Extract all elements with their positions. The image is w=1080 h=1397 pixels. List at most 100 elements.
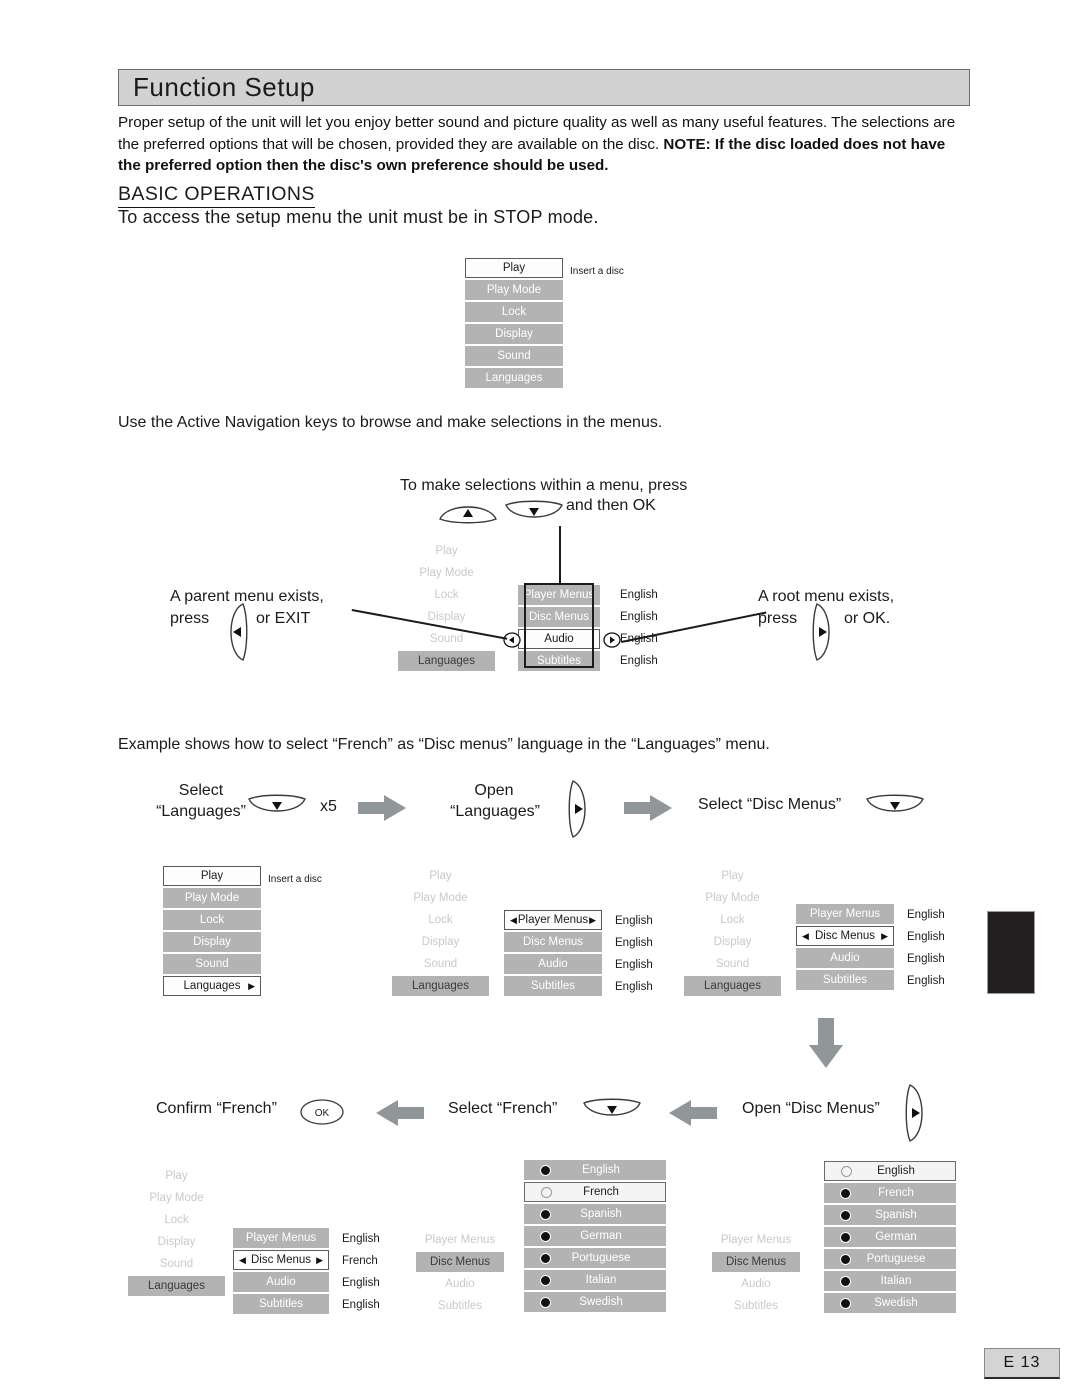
menu-panel-step3-main: Play Play Mode Lock Display Sound Langua…	[684, 866, 781, 998]
menu-item-sound[interactable]: Sound	[392, 954, 489, 974]
menu-item-languages[interactable]: Languages	[684, 976, 781, 996]
menu-panel-step5-submenu: Player Menus Disc Menus Audio Subtitles	[416, 1230, 504, 1318]
ok-button-icon[interactable]: OK	[299, 1098, 345, 1131]
submenu-item-audio[interactable]: Audio	[416, 1274, 504, 1294]
menu-item-languages[interactable]: Languages	[128, 1276, 225, 1296]
radio-filled-icon	[540, 1230, 551, 1242]
submenu-item-subtitles[interactable]: Subtitles	[712, 1296, 800, 1316]
menu-item-play[interactable]: Play	[684, 866, 781, 886]
menu-item-languages[interactable]: Languages	[465, 368, 563, 388]
nav-down-key-icon[interactable]	[581, 1096, 643, 1129]
language-option-german[interactable]: German	[824, 1227, 956, 1247]
language-option-spanish[interactable]: Spanish	[824, 1205, 956, 1225]
menu-item-display[interactable]: Display	[398, 607, 495, 627]
submenu-item-subtitles[interactable]: Subtitles	[416, 1296, 504, 1316]
menu-item-lock[interactable]: Lock	[163, 910, 261, 930]
submenu-item-label: Disc Menus	[250, 1254, 312, 1266]
menu-item-display[interactable]: Display	[392, 932, 489, 952]
nav-left-key-icon[interactable]	[222, 601, 250, 668]
nav-down-key-icon[interactable]	[246, 792, 308, 825]
menu-item-play-mode[interactable]: Play Mode	[163, 888, 261, 908]
menu-item-lock[interactable]: Lock	[392, 910, 489, 930]
menu-item-play[interactable]: Play	[398, 541, 495, 561]
submenu-item-disc-menus[interactable]: ◀ Disc Menus ▶	[233, 1250, 329, 1270]
menu-item-play[interactable]: Play	[163, 866, 261, 886]
chevron-right-icon: ▶	[589, 914, 596, 925]
submenu-item-audio[interactable]: Audio	[712, 1274, 800, 1294]
menu-panel-step1: Play Play Mode Lock Display Sound Langua…	[163, 866, 261, 998]
menu-item-play-mode[interactable]: Play Mode	[392, 888, 489, 908]
submenu-value-disc-menus: English	[907, 931, 945, 943]
menu-item-display[interactable]: Display	[128, 1232, 225, 1252]
submenu-item-player-menus[interactable]: Player Menus	[712, 1230, 800, 1250]
submenu-item-disc-menus[interactable]: Disc Menus	[504, 932, 602, 952]
menu-item-languages[interactable]: Languages	[392, 976, 489, 996]
nav-down-key-icon[interactable]	[864, 792, 926, 825]
submenu-item-subtitles[interactable]: Subtitles	[796, 970, 894, 990]
language-option-french[interactable]: French	[824, 1183, 956, 1203]
menu-item-play[interactable]: Play	[465, 258, 563, 278]
nav-down-key-icon[interactable]	[503, 498, 565, 531]
menu-item-sound[interactable]: Sound	[684, 954, 781, 974]
submenu-item-audio[interactable]: Audio	[504, 954, 602, 974]
language-option-swedish[interactable]: Swedish	[824, 1293, 956, 1313]
submenu-value-player-menus: English	[620, 589, 658, 601]
menu-item-sound[interactable]: Sound	[163, 954, 261, 974]
insert-disc-note-1: Insert a disc	[570, 266, 624, 277]
menu-item-lock[interactable]: Lock	[465, 302, 563, 322]
menu-item-display[interactable]: Display	[163, 932, 261, 952]
menu-panel-step6-submenu: Player Menus Disc Menus Audio Subtitles	[712, 1230, 800, 1318]
menu-item-sound[interactable]: Sound	[128, 1254, 225, 1274]
menu-item-play-mode[interactable]: Play Mode	[398, 563, 495, 583]
submenu-item-player-menus[interactable]: Player Menus	[233, 1228, 329, 1248]
nav-right-key-icon[interactable]	[566, 778, 594, 845]
menu-item-lock[interactable]: Lock	[128, 1210, 225, 1230]
submenu-item-subtitles[interactable]: Subtitles	[233, 1294, 329, 1314]
submenu-item-disc-menus[interactable]: Disc Menus	[712, 1252, 800, 1272]
connector-vertical-top	[559, 526, 561, 583]
language-option-french[interactable]: French	[524, 1182, 666, 1202]
submenu-value-subtitles: English	[615, 981, 653, 993]
submenu-item-player-menus[interactable]: ◀ Player Menus ▶	[504, 910, 602, 930]
menu-item-display[interactable]: Display	[684, 932, 781, 952]
language-option-english[interactable]: English	[524, 1160, 666, 1180]
submenu-item-audio[interactable]: Audio	[796, 948, 894, 968]
menu-item-languages[interactable]: Languages	[398, 651, 495, 671]
radio-filled-icon	[840, 1187, 851, 1199]
menu-item-play[interactable]: Play	[392, 866, 489, 886]
menu-item-play-mode[interactable]: Play Mode	[684, 888, 781, 908]
menu-panel-nav-main: Play Play Mode Lock Display Sound Langua…	[398, 541, 495, 673]
submenu-value-disc-menus: English	[615, 937, 653, 949]
language-option-portuguese[interactable]: Portuguese	[824, 1249, 956, 1269]
menu-item-play-mode[interactable]: Play Mode	[128, 1188, 225, 1208]
language-option-italian[interactable]: Italian	[824, 1271, 956, 1291]
marker-right-arrow-icon	[603, 632, 621, 653]
menu-item-sound[interactable]: Sound	[465, 346, 563, 366]
language-option-swedish[interactable]: Swedish	[524, 1292, 666, 1312]
submenu-item-audio[interactable]: Audio	[233, 1272, 329, 1292]
root-menu-caption-press: press	[758, 610, 798, 627]
radio-filled-icon	[540, 1274, 551, 1286]
submenu-item-disc-menus[interactable]: Disc Menus	[416, 1252, 504, 1272]
language-option-spanish[interactable]: Spanish	[524, 1204, 666, 1224]
menu-item-play[interactable]: Play	[128, 1166, 225, 1186]
language-option-portuguese[interactable]: Portuguese	[524, 1248, 666, 1268]
submenu-item-player-menus[interactable]: Player Menus	[796, 904, 894, 924]
nav-up-key-icon[interactable]	[437, 498, 499, 531]
page-title-bar: Function Setup	[118, 69, 970, 106]
nav-right-key-icon[interactable]	[810, 601, 838, 668]
language-option-english[interactable]: English	[824, 1161, 956, 1181]
submenu-item-subtitles[interactable]: Subtitles	[504, 976, 602, 996]
menu-item-play-mode[interactable]: Play Mode	[465, 280, 563, 300]
submenu-item-player-menus[interactable]: Player Menus	[416, 1230, 504, 1250]
example-instruction-line: Example shows how to select “French” as …	[118, 736, 770, 753]
menu-item-lock[interactable]: Lock	[684, 910, 781, 930]
menu-item-lock[interactable]: Lock	[398, 585, 495, 605]
language-option-german[interactable]: German	[524, 1226, 666, 1246]
submenu-value-player-menus: English	[342, 1233, 380, 1245]
menu-item-languages[interactable]: Languages ▶	[163, 976, 261, 996]
nav-right-key-icon[interactable]	[903, 1082, 931, 1149]
submenu-item-disc-menus[interactable]: ◀ Disc Menus ▶	[796, 926, 894, 946]
menu-item-display[interactable]: Display	[465, 324, 563, 344]
language-option-italian[interactable]: Italian	[524, 1270, 666, 1290]
